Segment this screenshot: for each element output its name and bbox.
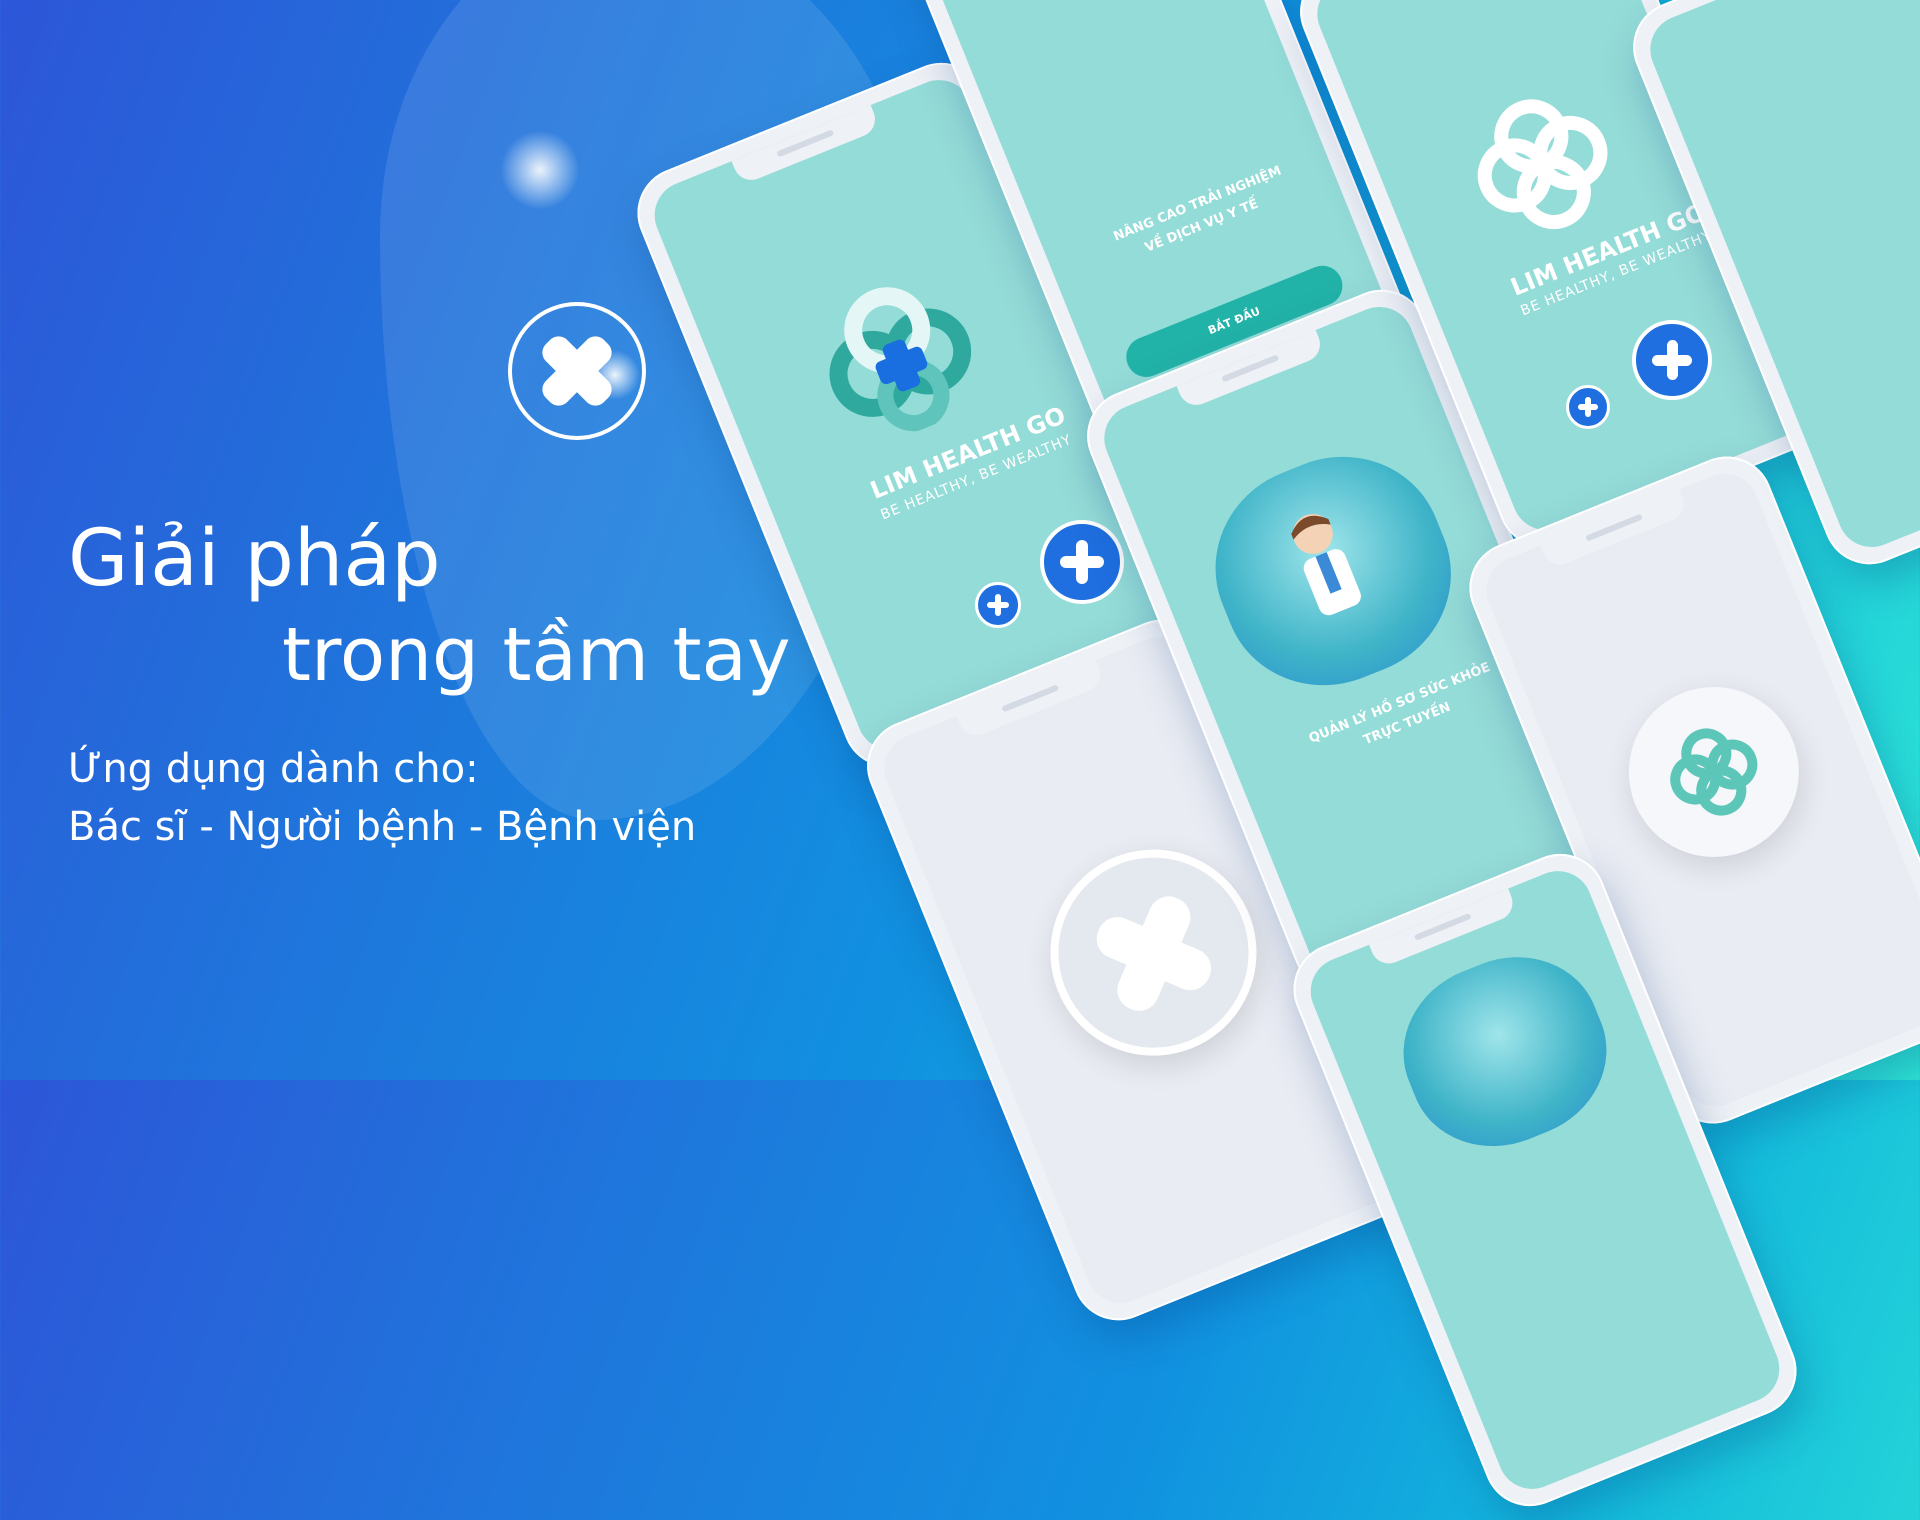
plus-icon <box>975 582 1021 628</box>
plus-icon <box>1632 320 1712 400</box>
doctor-illustration <box>1185 425 1482 717</box>
hero-title: Giải pháp <box>68 514 441 604</box>
doctor-illustration <box>1378 930 1632 1173</box>
plus-icon <box>1040 520 1124 604</box>
plus-icon <box>508 302 646 440</box>
plus-icon <box>1566 385 1610 429</box>
doctor-icon <box>1291 513 1361 616</box>
hero-audience: Bác sĩ - Người bệnh - Bệnh viện <box>68 804 697 850</box>
app-logo-icon <box>1670 728 1758 816</box>
plus-icon <box>1019 818 1288 1087</box>
app-logo-icon <box>829 287 972 432</box>
logo-badge <box>1603 661 1825 883</box>
hero-subtitle: Ứng dụng dành cho: <box>68 746 479 792</box>
sparkle <box>500 130 580 210</box>
hero-title-line2: trong tầm tay <box>282 612 791 698</box>
